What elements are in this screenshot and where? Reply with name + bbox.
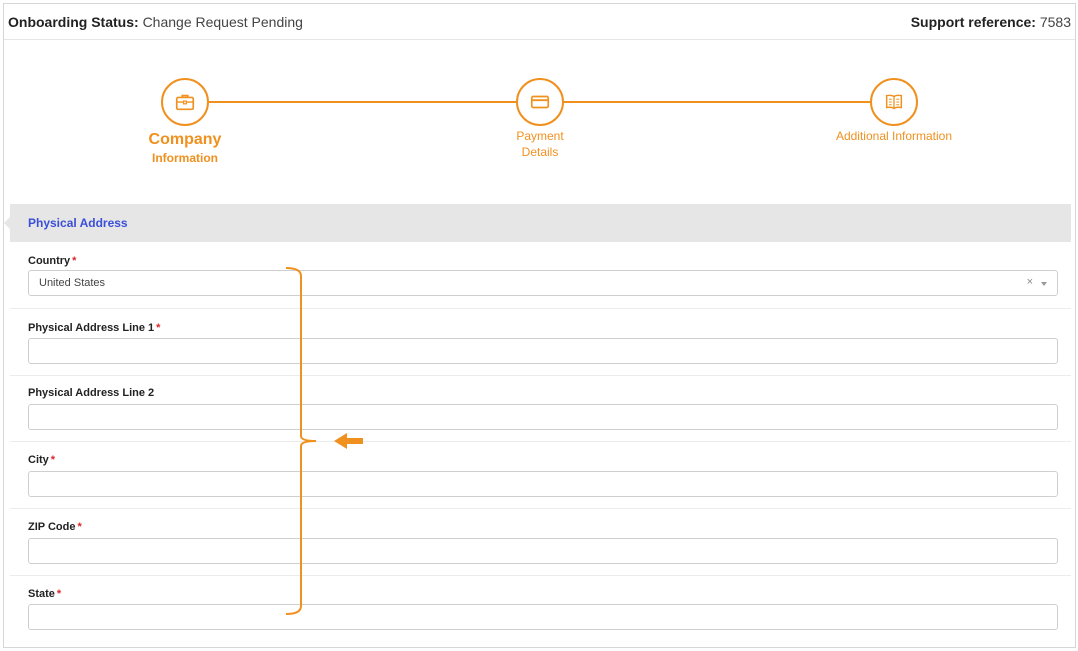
zip-code-label: ZIP Code * [28,521,82,533]
state-label: State * [28,588,62,600]
credit-card-icon [530,95,550,109]
section-title: Physical Address [28,216,128,230]
step-company-circle[interactable] [161,78,209,126]
country-select-value: United States [39,277,106,289]
step-additional-circle[interactable] [870,78,918,126]
step-payment-label[interactable]: Payment Details [490,128,590,160]
city-label: City * [28,454,56,466]
step-company-label[interactable]: Company Information [125,130,245,166]
field-address-line-2: Physical Address Line 2 [10,376,1071,442]
address-line-2-input[interactable] [28,404,1058,430]
status-bar: Onboarding Status: Change Request Pendin… [4,4,1075,40]
step-connector [209,101,517,103]
status-label: Onboarding Status: [8,13,139,30]
field-zip-code: ZIP Code * [10,509,1071,576]
country-select[interactable]: United States × [28,270,1058,296]
field-state: State * [10,576,1071,642]
zip-code-input[interactable] [28,538,1058,564]
onboarding-status: Onboarding Status: Change Request Pendin… [8,14,303,30]
address-line-2-label: Physical Address Line 2 [28,387,155,399]
step-connector [563,101,872,103]
chevron-down-icon[interactable] [1041,282,1047,286]
step-additional-label[interactable]: Additional Information [814,128,974,144]
field-country: Country * United States × [10,242,1071,309]
progress-stepper: Company Information Payment Details Addi… [0,40,1078,204]
field-city: City * [10,442,1071,509]
country-label: Country * [28,255,77,267]
field-address-line-1: Physical Address Line 1 * [10,309,1071,376]
clear-icon[interactable]: × [1027,276,1033,288]
status-value: Change Request Pending [142,13,303,30]
address-line-1-input[interactable] [28,338,1058,364]
book-icon [885,94,903,110]
support-reference: Support reference: 7583 [911,14,1071,30]
section-header: Physical Address [10,204,1071,242]
city-input[interactable] [28,471,1058,497]
step-payment-circle[interactable] [516,78,564,126]
support-reference-label: Support reference: [910,13,1036,30]
briefcase-icon [175,94,195,111]
state-input[interactable] [28,604,1058,630]
address-line-1-label: Physical Address Line 1 * [28,322,161,334]
support-reference-value: 7583 [1039,13,1071,30]
